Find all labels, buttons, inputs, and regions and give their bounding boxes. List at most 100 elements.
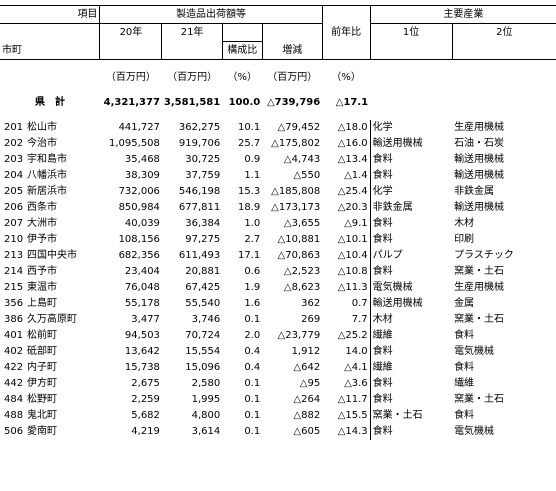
yoy-cell: △13.4 (337, 153, 368, 165)
rank1-cell: 化学 (369, 183, 453, 200)
value-20-cell: 108,156 (118, 233, 160, 245)
value-21-cell: 15,554 (185, 345, 221, 357)
change-cell: 269 (301, 313, 321, 325)
yoy-cell: 0.7 (351, 297, 368, 309)
value-21-cell: 3,614 (191, 425, 221, 437)
rank2-cell: プラスチック (454, 249, 514, 261)
units-row: （百万円） （百万円） （%） （百万円） （%） (0, 70, 556, 86)
city-rows: 201 松山市 441,727 362,275 10.1 △79,452 △18.0 化学 生産… (0, 119, 556, 440)
yoy-cell: △10.1 (337, 233, 368, 245)
value-20-cell: 1,095,508 (109, 137, 160, 149)
unit-yoy: （%） (331, 71, 361, 83)
col-rank1-header: 1位 (369, 23, 453, 42)
rank1-cell: 食料 (369, 231, 453, 248)
rank2-cell: 窯業・土石 (454, 313, 505, 325)
total-row: 県 計 4,321,377 3,581,581 100.0 △739,796 △… (0, 95, 556, 111)
table-row: 203 宇和島市 35,468 30,725 0.9 △4,743 △13.4 食料 輸送用機械 (0, 151, 556, 168)
share-cell: 0.9 (244, 153, 261, 165)
change-cell: △2,523 (283, 265, 321, 277)
value-20-cell: 40,039 (124, 217, 160, 229)
rank2-cell: 食料 (454, 409, 475, 421)
col-21-spacer (161, 41, 223, 60)
rank2-cell: 食料 (454, 329, 475, 341)
col-rank2-spacer (451, 41, 556, 60)
table-row: 215 東温市 76,048 67,425 1.9 △8,623 △11.3 電気機械 生産用機… (0, 279, 556, 296)
value-21-cell: 15,096 (185, 361, 221, 373)
table-row: 442 伊方町 2,675 2,580 0.1 △95 △3.6 食料 繊維 (0, 375, 556, 392)
change-cell: △79,452 (277, 121, 321, 133)
value-20-cell: 55,178 (124, 297, 160, 309)
total-share: 100.0 (228, 96, 261, 108)
city-cell: 206 西条市 (0, 200, 100, 216)
city-code: 210 (4, 233, 24, 245)
value-20-cell: 38,309 (124, 169, 160, 181)
table-row: 205 新居浜市 732,006 546,198 15.3 △185,808 △25.4 化学… (0, 183, 556, 200)
city-cell: 215 東温市 (0, 280, 100, 296)
rank1-cell: 木材 (369, 311, 453, 328)
main-industry-header: 主要産業 (369, 5, 556, 24)
share-cell: 1.1 (244, 169, 261, 181)
city-code: 201 (4, 121, 24, 133)
change-cell: △8,623 (283, 281, 321, 293)
city-code: 204 (4, 169, 24, 181)
yoy-cell: △15.5 (337, 409, 368, 421)
unit-21: （百万円） (167, 71, 218, 83)
city-cell: 205 新居浜市 (0, 184, 100, 200)
city-name: 松前町 (27, 329, 57, 341)
rank2-cell: 非鉄金属 (454, 185, 495, 197)
share-cell: 0.1 (244, 313, 261, 325)
col-rank2-header: 2位 (451, 23, 556, 42)
rank1-cell: 非鉄金属 (369, 199, 453, 216)
share-cell: 0.4 (244, 345, 261, 357)
value-21-cell: 2,580 (191, 377, 221, 389)
rank2-cell: 繊維 (454, 377, 475, 389)
city-cell: 201 松山市 (0, 120, 100, 136)
share-cell: 0.1 (244, 409, 261, 421)
share-cell: 1.9 (244, 281, 261, 293)
rank1-cell: 食料 (369, 391, 453, 408)
yoy-cell: △14.3 (337, 425, 368, 437)
yoy-cell: △20.3 (337, 201, 368, 213)
city-code: 442 (4, 377, 24, 389)
city-cell: 442 伊方町 (0, 376, 100, 392)
yoy-cell: △11.7 (337, 393, 368, 405)
change-cell: △605 (293, 425, 321, 437)
rank2-cell: 電気機械 (454, 345, 495, 357)
city-code: 484 (4, 393, 24, 405)
share-cell: 2.7 (244, 233, 261, 245)
value-21-cell: 919,706 (178, 137, 221, 149)
rank1-cell: 輸送用機械 (369, 135, 453, 152)
rank1-cell: 食料 (369, 375, 453, 392)
city-name: 今治市 (27, 137, 57, 149)
value-20-cell: 3,477 (131, 313, 160, 325)
table-row: 386 久万高原町 3,477 3,746 0.1 269 7.7 木材 窯業・土石 (0, 311, 556, 328)
col-rank1-spacer (369, 41, 453, 60)
city-cell: 356 上島町 (0, 296, 100, 312)
city-name: 上島町 (27, 297, 57, 309)
value-21-cell: 362,275 (178, 121, 221, 133)
rank2-cell: 輸送用機械 (454, 201, 505, 213)
col-share-header: 構成比 (221, 41, 263, 60)
rank1-cell: 化学 (369, 119, 453, 136)
yoy-header-spacer (321, 5, 371, 24)
value-20-cell: 35,468 (124, 153, 160, 165)
table-row: 402 砥部町 13,642 15,554 0.4 1,912 14.0 食料 電気機械 (0, 343, 556, 360)
rank2-cell: 窯業・土石 (454, 393, 505, 405)
yoy-cell: △9.1 (344, 217, 368, 229)
change-cell: △173,173 (271, 201, 321, 213)
yoy-cell: △10.4 (337, 249, 368, 261)
change-cell: △185,808 (271, 185, 321, 197)
share-cell: 0.1 (244, 425, 261, 437)
change-cell: △10,881 (277, 233, 321, 245)
share-cell: 0.1 (244, 377, 261, 389)
city-code: 356 (4, 297, 24, 309)
city-cell: 207 大洲市 (0, 216, 100, 232)
table-row: 401 松前町 94,503 70,724 2.0 △23,779 △25.2 繊維 食料 (0, 327, 556, 344)
city-name: 砥部町 (27, 345, 57, 357)
table-row: 207 大洲市 40,039 36,384 1.0 △3,655 △9.1 食料 木材 (0, 215, 556, 232)
share-cell: 15.3 (237, 185, 261, 197)
item-header: 項目 (0, 5, 100, 24)
rank2-cell: 生産用機械 (454, 281, 505, 293)
city-name: 鬼北町 (27, 409, 57, 421)
yoy-cell: △10.8 (337, 265, 368, 277)
